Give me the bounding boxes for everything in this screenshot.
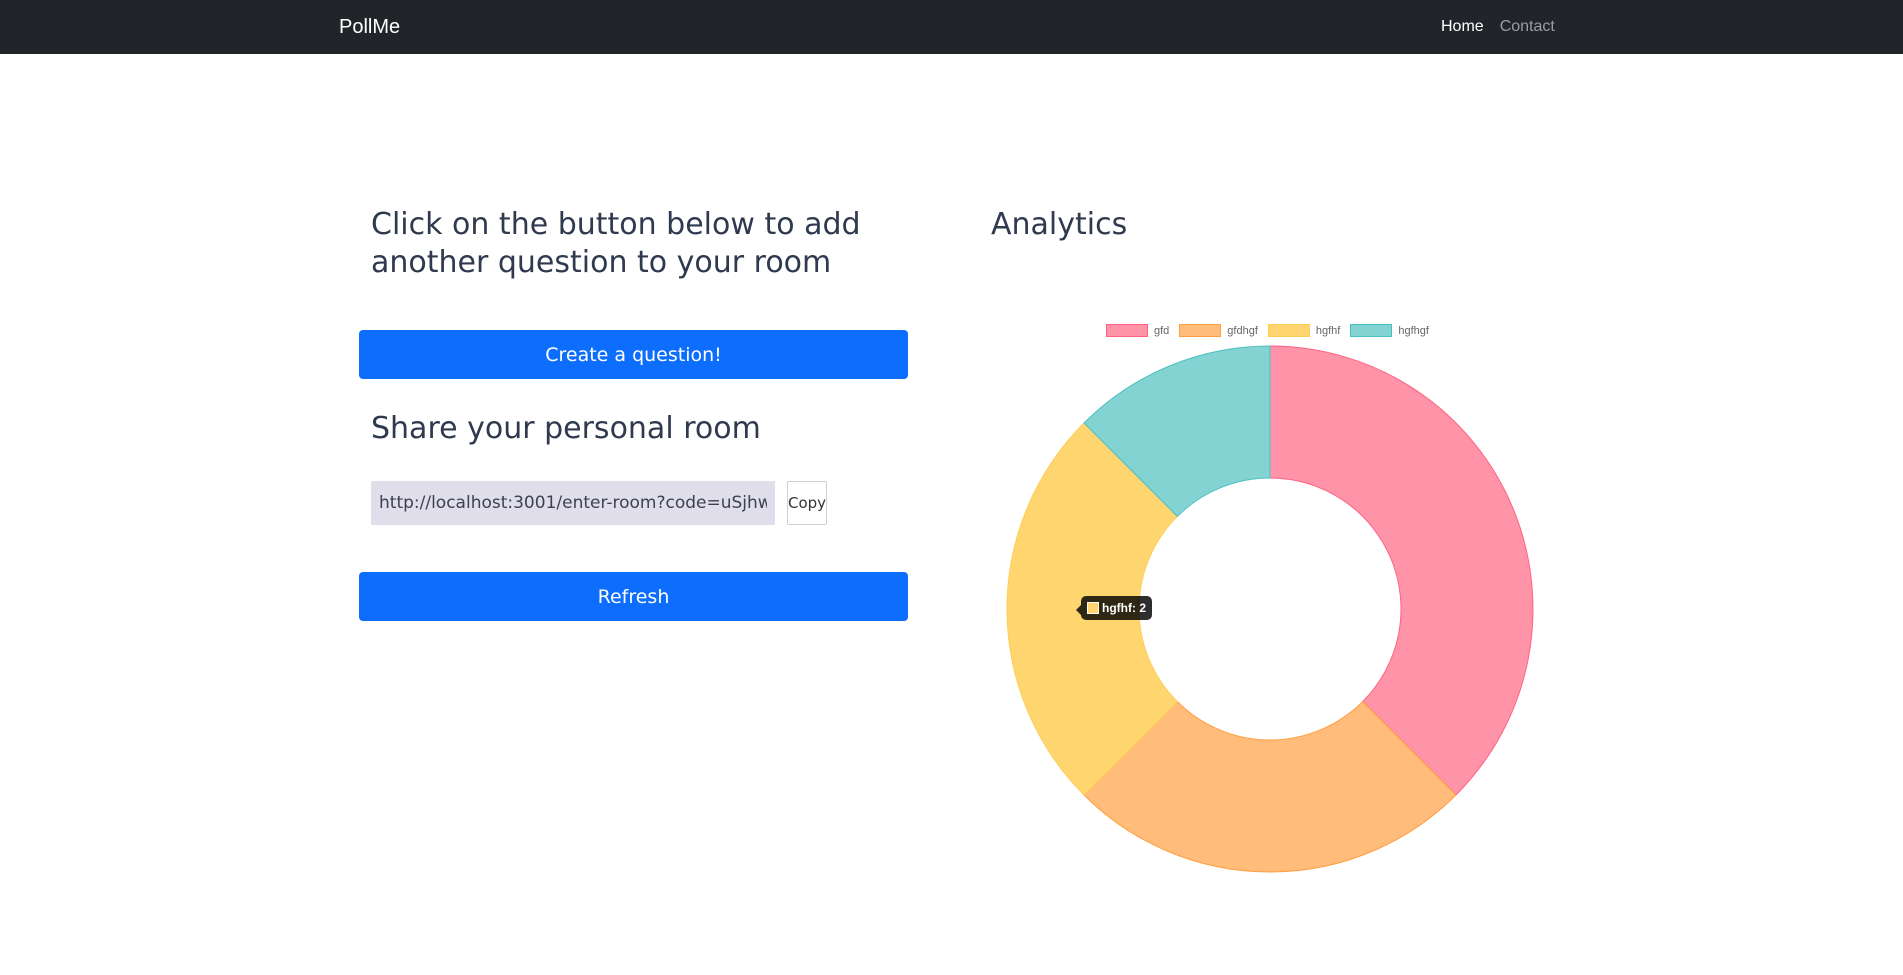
chart-legend: gfd gfdhgf hgfhf hgfhgf: [1106, 324, 1439, 337]
legend-item-gfd[interactable]: gfd: [1106, 324, 1169, 337]
navbar: PollMe Home Contact: [0, 0, 1903, 54]
legend-item-hgfhgf[interactable]: hgfhgf: [1350, 324, 1429, 337]
legend-swatch: [1350, 324, 1393, 337]
legend-label: hgfhgf: [1398, 324, 1429, 337]
slice-gfd[interactable]: [1269, 345, 1534, 796]
analytics-heading: Analytics: [991, 207, 1128, 242]
copy-button[interactable]: Copy: [787, 481, 827, 525]
intro-heading: Click on the button below to add another…: [371, 207, 861, 280]
room-url-input[interactable]: [371, 481, 775, 525]
legend-label: gfd: [1154, 324, 1170, 337]
legend-swatch: [1179, 324, 1222, 337]
legend-swatch: [1106, 324, 1148, 337]
legend-label: gfdhgf: [1227, 324, 1258, 337]
tooltip-swatch: [1087, 602, 1099, 614]
share-heading: Share your personal room: [371, 411, 761, 446]
nav-contact[interactable]: Contact: [1500, 17, 1555, 37]
legend-item-gfdhgf[interactable]: gfdhgf: [1179, 324, 1258, 337]
brand-logo[interactable]: PollMe: [339, 14, 400, 40]
legend-item-hgfhf[interactable]: hgfhf: [1267, 324, 1341, 337]
create-question-button[interactable]: Create a question!: [359, 330, 908, 379]
tooltip-text: hgfhf: 2: [1102, 601, 1146, 615]
legend-swatch: [1267, 324, 1310, 337]
refresh-button[interactable]: Refresh: [359, 572, 908, 621]
chart-tooltip: hgfhf: 2: [1076, 596, 1152, 620]
nav-home[interactable]: Home: [1441, 17, 1484, 37]
nav-links: Home Contact: [1441, 17, 1571, 37]
legend-label: hgfhf: [1315, 324, 1341, 337]
